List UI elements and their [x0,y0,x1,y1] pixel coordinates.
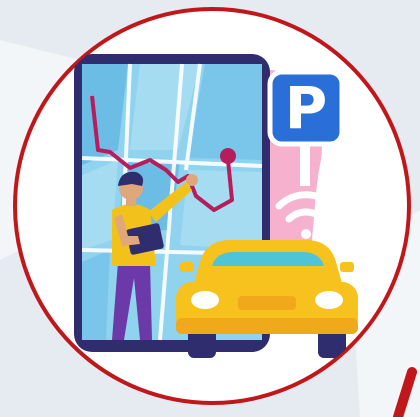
route-pin-icon [220,148,236,164]
illustration: P [13,7,411,405]
parking-sign-letter: P [285,74,328,142]
